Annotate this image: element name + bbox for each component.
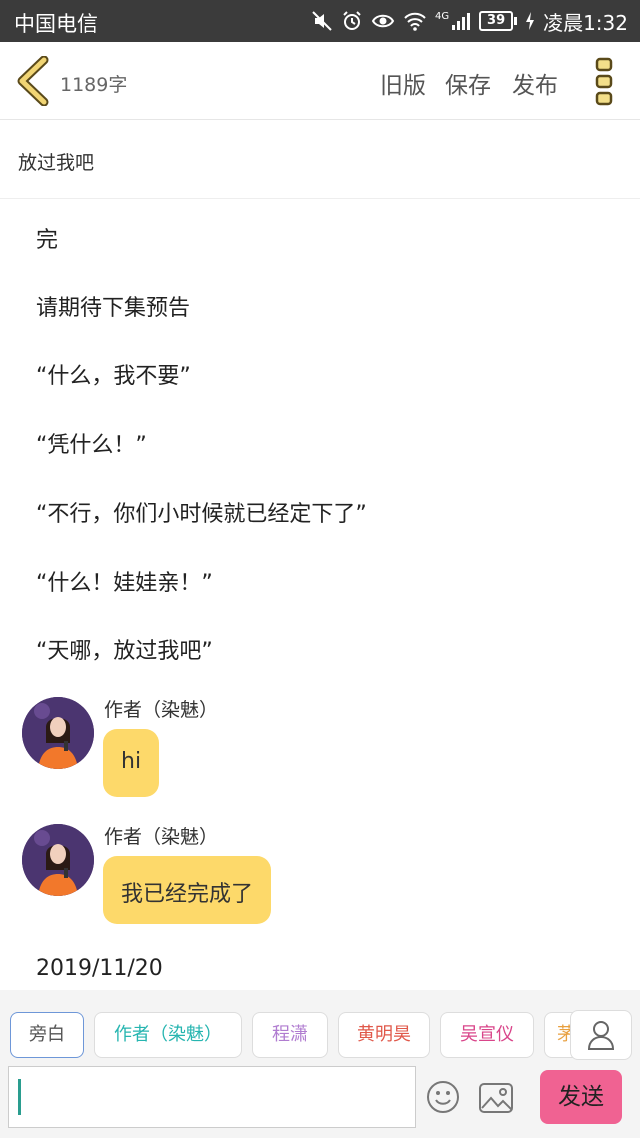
status-icons: 4G 39 凌晨1:32 (311, 6, 628, 36)
role-chip[interactable]: 吴宣仪 (440, 1012, 534, 1058)
story-line: “凭什么！” (36, 433, 147, 458)
editor-toolbar: 1189字 旧版 保存 发布 (0, 42, 640, 120)
date-line: 2019/11/20 (36, 956, 163, 981)
alarm-icon (341, 10, 363, 32)
role-chip[interactable]: 旁白 (10, 1012, 84, 1058)
avatar[interactable] (22, 697, 94, 769)
word-count: 1189字 (60, 74, 128, 96)
message-input[interactable] (8, 1066, 416, 1128)
message-author: 作者（染魅） (104, 699, 219, 721)
chapter-title[interactable]: 放过我吧 (0, 120, 640, 199)
image-icon[interactable] (478, 1082, 514, 1114)
story-line: “不行，你们小时候就已经定下了” (36, 502, 367, 527)
emoji-icon[interactable] (426, 1080, 460, 1114)
avatar[interactable] (22, 824, 94, 896)
publish-button[interactable]: 发布 (512, 66, 558, 100)
more-menu-icon[interactable] (592, 56, 618, 108)
story-line: “天哪，放过我吧” (36, 639, 213, 664)
story-line: 请期待下集预告 (36, 296, 191, 321)
message-author: 作者（染魅） (104, 826, 219, 848)
wifi-icon (403, 10, 427, 32)
carrier-name: 中国电信 (14, 12, 98, 36)
battery-icon: 39 (479, 11, 518, 31)
eye-icon (371, 10, 395, 32)
send-button[interactable]: 发送 (540, 1070, 622, 1124)
role-chip[interactable]: 黄明昊 (338, 1012, 430, 1058)
message-bubble[interactable]: hi (103, 729, 160, 797)
message-bubble[interactable]: 我已经完成了 (103, 856, 272, 924)
role-chip[interactable]: 作者（染魅） (94, 1012, 242, 1058)
battery-level: 39 (479, 11, 514, 31)
mute-icon (311, 10, 333, 32)
charging-icon (525, 11, 535, 31)
role-bar: 旁白 作者（染魅） 程潇 黄明昊 吴宣仪 茅 发送 (0, 990, 640, 1138)
clock: 凌晨1:32 (543, 10, 628, 35)
story-line: “什么！娃娃亲！” (36, 571, 213, 596)
network-type: 4G (434, 10, 450, 22)
back-icon[interactable] (14, 55, 54, 107)
text-caret (18, 1079, 21, 1115)
status-bar: 中国电信 4G 39 凌晨1:32 (0, 0, 640, 42)
old-version-button[interactable]: 旧版 (380, 66, 426, 100)
signal-icon (451, 11, 471, 31)
story-line: “什么，我不要” (36, 364, 191, 389)
story-line: 完 (36, 228, 59, 253)
save-button[interactable]: 保存 (445, 66, 491, 100)
person-icon[interactable] (570, 1010, 632, 1060)
role-chip[interactable]: 程潇 (252, 1012, 328, 1058)
